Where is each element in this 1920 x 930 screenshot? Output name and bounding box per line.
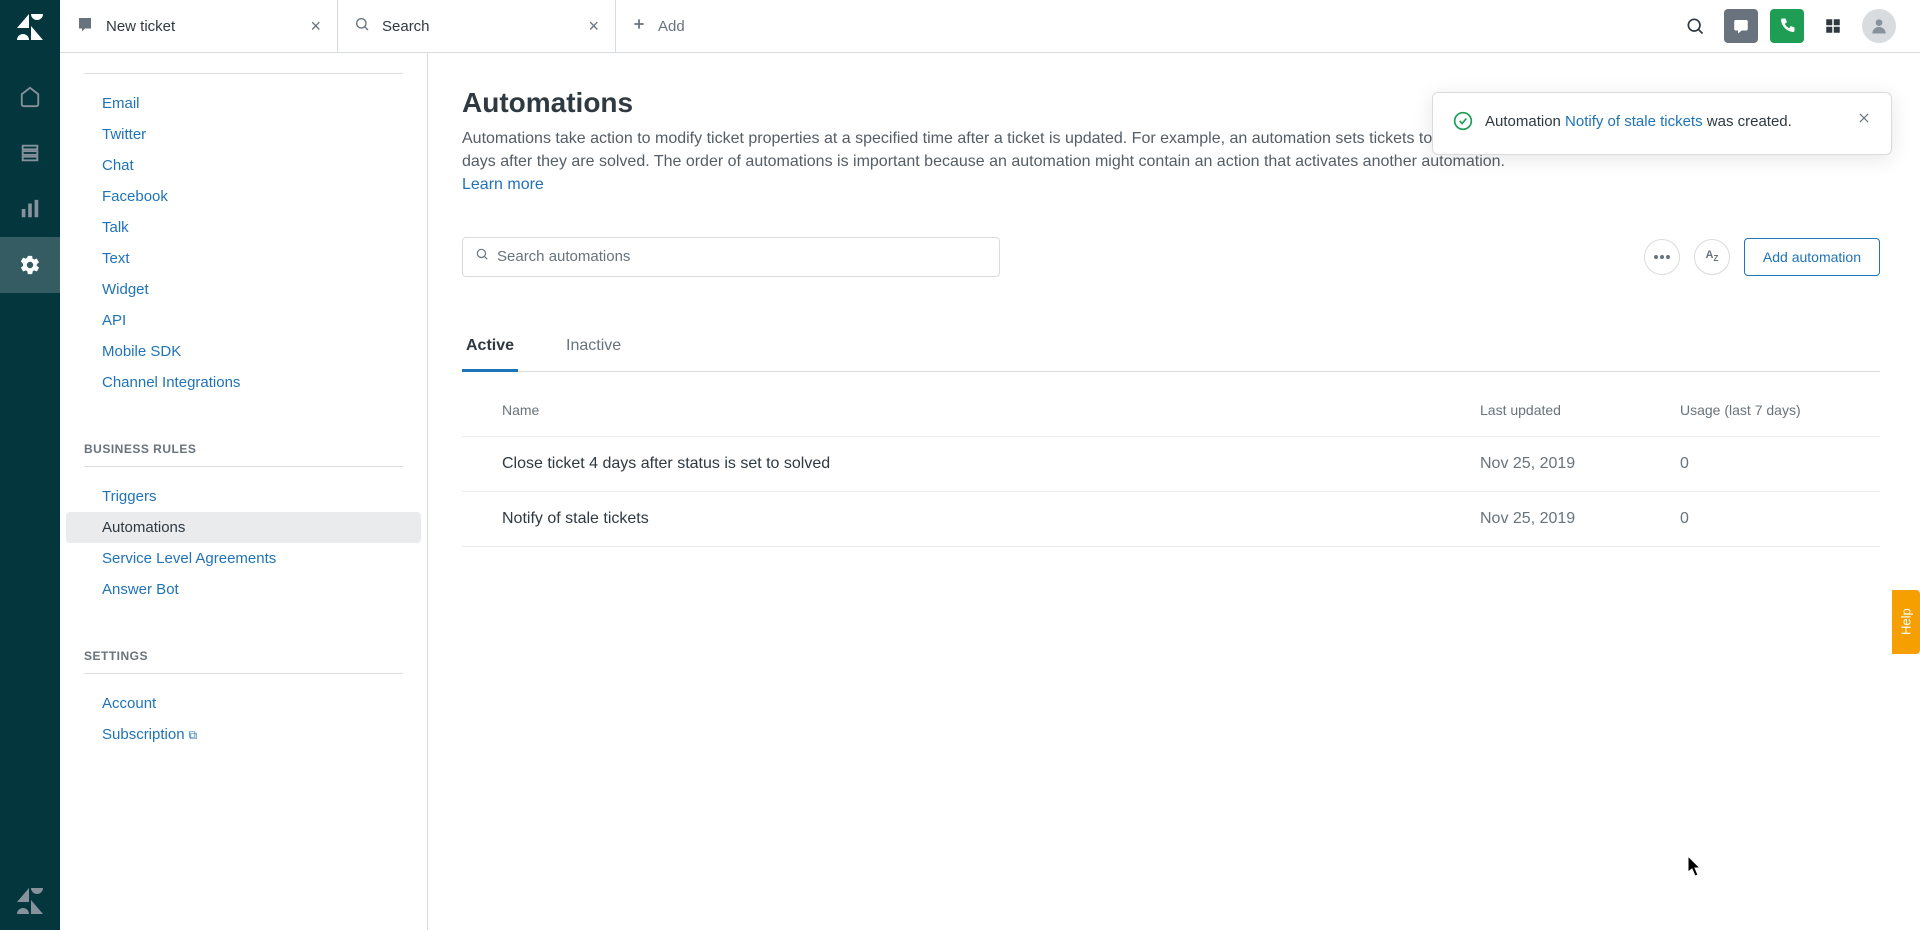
search-input[interactable]: [497, 248, 987, 265]
sidebar-automations[interactable]: Automations: [66, 512, 421, 543]
chat-button[interactable]: [1724, 9, 1758, 43]
row-name: Notify of stale tickets: [502, 510, 1480, 528]
search-button[interactable]: [1678, 9, 1712, 43]
close-icon[interactable]: [1857, 111, 1871, 130]
close-icon[interactable]: ×: [310, 16, 321, 37]
sidebar-answer-bot[interactable]: Answer Bot: [66, 574, 421, 605]
sidebar-sla[interactable]: Service Level Agreements: [66, 543, 421, 574]
content-tabs: Active Inactive: [462, 337, 1880, 372]
section-business-rules: BUSINESS RULES: [60, 428, 427, 466]
plus-icon: [632, 17, 646, 36]
sidebar-api[interactable]: API: [66, 305, 421, 336]
nav-admin[interactable]: [0, 237, 60, 293]
tab-search[interactable]: Search ×: [338, 0, 616, 53]
toolbar-row: AZ Add automation: [462, 237, 1880, 277]
search-box[interactable]: [462, 237, 1000, 277]
page-description: Automations take action to modify ticket…: [462, 127, 1542, 197]
close-icon[interactable]: ×: [588, 16, 599, 37]
table-row[interactable]: Notify of stale tickets Nov 25, 2019 0: [462, 492, 1880, 547]
table-row[interactable]: Close ticket 4 days after status is set …: [462, 437, 1880, 492]
user-avatar[interactable]: [1862, 9, 1896, 43]
search-icon: [354, 16, 370, 37]
nav-home[interactable]: [0, 69, 60, 125]
section-settings: SETTINGS: [60, 635, 427, 673]
more-options-button[interactable]: [1644, 239, 1680, 275]
toast-link[interactable]: Notify of stale tickets: [1565, 113, 1703, 130]
sidebar-twitter[interactable]: Twitter: [66, 119, 421, 150]
row-usage: 0: [1680, 510, 1880, 528]
sidebar-text[interactable]: Text: [66, 243, 421, 274]
nav-products[interactable]: [0, 888, 60, 914]
sidebar-facebook[interactable]: Facebook: [66, 181, 421, 212]
sidebar-channel-integrations[interactable]: Channel Integrations: [66, 367, 421, 398]
sidebar-subscription[interactable]: Subscription ⧉: [66, 719, 421, 750]
sidebar-account[interactable]: Account: [66, 688, 421, 719]
nav-views[interactable]: [0, 125, 60, 181]
tab-label: New ticket: [106, 18, 175, 35]
row-date: Nov 25, 2019: [1480, 455, 1680, 473]
sidebar-widget[interactable]: Widget: [66, 274, 421, 305]
col-usage: Usage (last 7 days): [1680, 402, 1880, 418]
check-circle-icon: [1453, 111, 1473, 136]
desc-text: Automations take action to modify ticket…: [462, 130, 1519, 170]
table-header: Name Last updated Usage (last 7 days): [462, 384, 1880, 437]
row-date: Nov 25, 2019: [1480, 510, 1680, 528]
phone-button[interactable]: [1770, 9, 1804, 43]
apps-button[interactable]: [1816, 9, 1850, 43]
learn-more-link[interactable]: Learn more: [462, 176, 544, 193]
row-usage: 0: [1680, 455, 1880, 473]
toast-notification: Automation Notify of stale tickets was c…: [1432, 92, 1892, 155]
tab-active[interactable]: Active: [462, 337, 518, 372]
add-automation-button[interactable]: Add automation: [1744, 238, 1880, 276]
sort-button[interactable]: AZ: [1694, 239, 1730, 275]
brand-logo: [17, 14, 43, 45]
sidebar-chat[interactable]: Chat: [66, 150, 421, 181]
tab-inactive[interactable]: Inactive: [562, 337, 625, 371]
sidebar-subscription-label: Subscription: [102, 726, 185, 743]
col-last-updated: Last updated: [1480, 402, 1680, 418]
nav-reporting[interactable]: [0, 181, 60, 237]
topbar: New ticket × Search × Add: [60, 0, 1920, 53]
tab-label: Add: [658, 18, 685, 35]
tab-label: Search: [382, 18, 430, 35]
tab-add[interactable]: Add: [616, 0, 701, 53]
main-content: Automations Automations take action to m…: [428, 53, 1920, 930]
cursor-icon: [1688, 856, 1704, 876]
tab-new-ticket[interactable]: New ticket ×: [60, 0, 338, 53]
nav-rail: [0, 0, 60, 930]
ticket-icon: [76, 15, 94, 38]
toast-prefix: Automation: [1485, 113, 1565, 130]
row-name: Close ticket 4 days after status is set …: [502, 455, 1480, 473]
sidebar-email[interactable]: Email: [66, 88, 421, 119]
search-icon: [475, 247, 489, 266]
topbar-right: [1678, 9, 1920, 43]
sidebar-triggers[interactable]: Triggers: [66, 481, 421, 512]
sidebar-talk[interactable]: Talk: [66, 212, 421, 243]
toast-body: Automation Notify of stale tickets was c…: [1485, 111, 1792, 133]
help-tab[interactable]: Help: [1892, 590, 1920, 654]
external-link-icon: ⧉: [189, 728, 198, 742]
toast-suffix: was created.: [1703, 113, 1792, 130]
sidebar-mobile-sdk[interactable]: Mobile SDK: [66, 336, 421, 367]
settings-sidebar: Email Twitter Chat Facebook Talk Text Wi…: [60, 53, 428, 930]
col-name: Name: [502, 402, 1480, 418]
